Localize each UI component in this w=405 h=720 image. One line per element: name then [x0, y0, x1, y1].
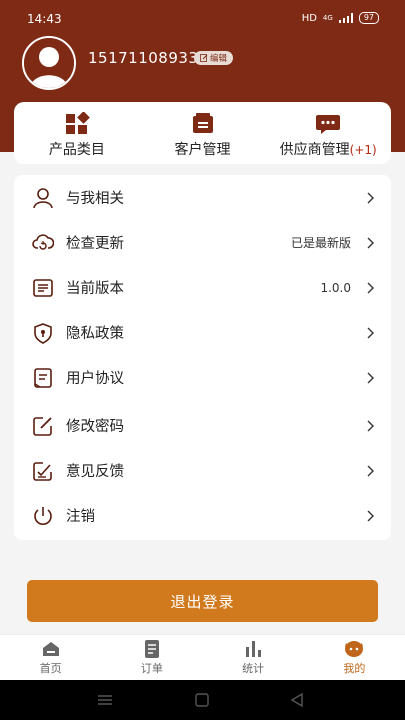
status-bar: 14:43 HD 4G 97 [0, 0, 405, 36]
logout-button[interactable]: 退出登录 [27, 580, 378, 622]
avatar[interactable] [22, 36, 76, 90]
quick-actions-card: 产品类目 客户管理 供应商管理(+1) [14, 102, 391, 164]
chevron-right-icon [367, 465, 374, 476]
menu-label: 当前版本 [66, 281, 124, 297]
chevron-right-icon [367, 282, 374, 293]
mine-icon [345, 641, 364, 657]
menu-nav-icon[interactable] [97, 693, 113, 707]
tab-label: 统计 [242, 662, 265, 675]
system-nav-bar [0, 680, 405, 720]
chevron-right-icon [367, 237, 374, 248]
menu-item-privacy-policy[interactable]: 隐私政策 [14, 310, 391, 355]
menu-item-change-password[interactable]: 修改密码 [14, 403, 391, 448]
order-icon [144, 640, 159, 658]
customer-icon [192, 113, 213, 133]
chevron-right-icon [367, 327, 374, 338]
quick-label: 客户管理 [174, 142, 231, 158]
tab-label: 首页 [39, 662, 62, 675]
menu-label: 检查更新 [66, 236, 124, 252]
menu-item-check-update[interactable]: 检查更新 已是最新版 [14, 220, 391, 265]
menu-item-current-version[interactable]: 当前版本 1.0.0 [14, 265, 391, 310]
menu-item-related-to-me[interactable]: 与我相关 [14, 175, 391, 220]
quick-supplier-management[interactable]: 供应商管理(+1) [265, 102, 391, 164]
menu-label: 与我相关 [66, 191, 124, 207]
edit-icon [200, 54, 208, 62]
chevron-right-icon [367, 510, 374, 521]
document-icon [33, 278, 53, 297]
chevron-right-icon [367, 420, 374, 431]
quick-label: 产品类目 [48, 142, 105, 158]
tab-orders[interactable]: 订单 [101, 635, 202, 680]
bottom-tab-bar: 首页 订单 统计 我的 [0, 634, 405, 680]
user-phone: 15171108933 [88, 49, 199, 67]
category-icon [65, 112, 90, 134]
signal-icon [338, 13, 353, 23]
menu-label: 意见反馈 [66, 464, 124, 480]
update-status: 已是最新版 [290, 236, 351, 250]
menu-label: 隐私政策 [66, 326, 124, 342]
chat-icon [316, 115, 341, 134]
edit-profile-button[interactable]: 编辑 [194, 51, 234, 65]
tab-home[interactable]: 首页 [0, 635, 101, 680]
edit-label: 编辑 [210, 54, 228, 64]
shield-icon [34, 322, 52, 344]
power-icon [34, 506, 52, 525]
battery-indicator: 97 [358, 12, 379, 24]
menu-item-cancel-account[interactable]: 注销 [14, 493, 391, 538]
menu-label: 修改密码 [66, 419, 124, 435]
default-avatar-icon [24, 38, 74, 88]
signal-label: 4G [322, 14, 333, 22]
chevron-right-icon [367, 372, 374, 383]
supplier-count-badge: (+1) [349, 143, 377, 157]
chevron-right-icon [367, 192, 374, 203]
menu-item-user-agreement[interactable]: 用户协议 [14, 355, 391, 400]
edit-icon [33, 416, 52, 436]
quick-label-text: 供应商管理 [279, 142, 350, 158]
home-nav-icon[interactable] [195, 693, 209, 707]
menu-label: 用户协议 [66, 371, 124, 387]
version-value: 1.0.0 [320, 280, 351, 295]
quick-customer-management[interactable]: 客户管理 [140, 102, 266, 164]
home-icon [42, 642, 59, 656]
user-icon [33, 187, 53, 208]
network-label: HD [301, 12, 317, 24]
settings-menu: 与我相关 检查更新 已是最新版 当前版本 1.0.0 隐私政策 用户协议 修改密… [14, 175, 391, 540]
tab-mine[interactable]: 我的 [304, 635, 405, 680]
menu-item-feedback[interactable]: 意见反馈 [14, 448, 391, 493]
tab-stats[interactable]: 统计 [203, 635, 304, 680]
tab-label: 订单 [140, 662, 163, 675]
status-time: 14:43 [27, 12, 62, 26]
quick-label: 供应商管理(+1) [280, 139, 377, 159]
menu-label: 注销 [66, 509, 95, 525]
quick-product-category[interactable]: 产品类目 [14, 102, 140, 164]
stats-icon [246, 641, 262, 657]
feedback-icon [33, 461, 52, 481]
tab-label: 我的 [343, 662, 366, 675]
back-nav-icon[interactable] [290, 693, 304, 707]
agreement-icon [34, 367, 52, 388]
cloud-refresh-icon [32, 233, 54, 250]
